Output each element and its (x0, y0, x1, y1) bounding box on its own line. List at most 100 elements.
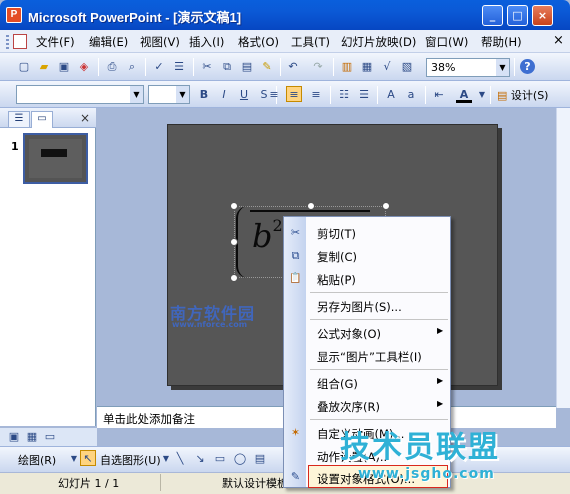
resize-handle-w[interactable] (230, 238, 238, 246)
draw-menu-button[interactable]: 绘图(R) (18, 452, 56, 468)
ctx-show-picture-toolbar[interactable]: 显示“图片”工具栏(I) (284, 344, 450, 367)
chevron-down-icon[interactable]: ▼ (474, 87, 490, 103)
slide-number: 1 (11, 140, 19, 153)
tab-slides[interactable]: ▭ (31, 111, 53, 128)
watermark-url: www.nforce.com (172, 320, 248, 329)
redo-icon[interactable]: ↷ (310, 59, 326, 75)
line-icon[interactable]: ╲ (172, 451, 188, 467)
print-icon[interactable]: ⎙ (104, 59, 120, 75)
resize-handle-nw[interactable] (230, 202, 238, 210)
spelling-icon[interactable]: ✓ (151, 59, 167, 75)
decrease-font-icon[interactable]: a (403, 87, 419, 103)
equation-radical (236, 206, 250, 278)
maximize-button[interactable]: □ (507, 5, 528, 26)
underline-icon[interactable]: U (236, 87, 252, 103)
slides-icon: ▭ (37, 113, 47, 124)
menu-edit[interactable]: 编辑(E) (89, 34, 128, 50)
font-size-select[interactable]: ▼ (148, 85, 190, 104)
ctx-order[interactable]: 叠放次序(R) ▶ (284, 394, 450, 417)
rectangle-icon[interactable]: ▭ (212, 451, 228, 467)
copy-icon: ⧉ (291, 249, 300, 262)
align-left-icon[interactable]: ≡ (266, 87, 282, 103)
pane-tabs: ☰ ▭ × (0, 108, 96, 128)
oval-icon[interactable]: ◯ (232, 451, 248, 467)
powerpoint-app-icon[interactable]: P (6, 7, 22, 23)
vertical-scrollbar[interactable] (556, 108, 570, 408)
copy-toolbar-icon[interactable]: ⧉ (219, 59, 235, 75)
numbering-icon[interactable]: ☷ (336, 87, 352, 103)
close-button[interactable]: × (532, 5, 553, 26)
status-slide-info: 幻灯片 1 / 1 (58, 477, 120, 490)
format-painter-icon[interactable]: ✎ (259, 59, 275, 75)
chevron-down-icon[interactable]: ▼ (176, 86, 189, 103)
normal-view-icon[interactable]: ▣ (6, 429, 22, 445)
open-icon[interactable]: ▰ (36, 59, 52, 75)
bullets-icon[interactable]: ☰ (356, 87, 372, 103)
font-name-select[interactable]: ▼ (16, 85, 144, 104)
italic-icon[interactable]: I (216, 87, 232, 103)
slide-thumbnail[interactable] (23, 133, 88, 184)
cut-icon: ✂ (290, 226, 301, 239)
menu-window[interactable]: 窗口(W) (425, 34, 468, 50)
insert-table-icon[interactable]: ▦ (359, 59, 375, 75)
zoom-select[interactable]: 38% ▼ (426, 58, 510, 77)
resize-handle-n[interactable] (307, 202, 315, 210)
permission-icon[interactable]: ◈ (76, 59, 92, 75)
equation-overline (250, 210, 370, 212)
resize-handle-ne[interactable] (382, 202, 390, 210)
bold-icon[interactable]: B (196, 87, 212, 103)
align-center-icon[interactable]: ≡ (286, 86, 302, 102)
undo-icon[interactable]: ↶ (285, 59, 301, 75)
insert-chart-icon[interactable]: ▥ (339, 59, 355, 75)
close-document-icon[interactable]: × (553, 33, 564, 48)
resize-handle-sw[interactable] (230, 274, 238, 282)
design-label: 设计(S) (510, 89, 549, 102)
tab-outline[interactable]: ☰ (8, 111, 30, 127)
ctx-paste[interactable]: 📋 粘贴(P) (284, 267, 450, 290)
tables-borders-icon[interactable]: √ (379, 59, 395, 75)
autoshapes-button[interactable]: 自选图形(U) (100, 452, 161, 468)
zoom-value: 38% (431, 61, 456, 74)
help-icon[interactable]: ? (520, 59, 535, 74)
slideshow-icon[interactable]: ▭ (42, 429, 58, 445)
select-pointer-icon[interactable]: ↖ (80, 450, 96, 466)
textbox-icon[interactable]: ▤ (252, 451, 268, 467)
ctx-save-as-picture[interactable]: 另存为图片(S)... (284, 294, 450, 317)
thumbnail-equation (41, 149, 67, 157)
document-icon[interactable] (13, 34, 27, 49)
minimize-button[interactable]: _ (482, 5, 503, 26)
print-preview-icon[interactable]: ⌕ (124, 59, 140, 75)
watermark-brand-url: www.jsgho.com (358, 466, 495, 482)
toolbar-grip-icon[interactable] (6, 35, 9, 49)
close-pane-icon[interactable]: × (80, 111, 90, 125)
menu-file[interactable]: 文件(F) (36, 34, 75, 50)
menu-help[interactable]: 帮助(H) (481, 34, 522, 50)
chevron-down-icon[interactable]: ▼ (130, 86, 143, 103)
menu-view[interactable]: 视图(V) (140, 34, 180, 50)
decrease-indent-icon[interactable]: ⇤ (431, 87, 447, 103)
font-color-icon[interactable]: A (456, 87, 472, 103)
cut-toolbar-icon[interactable]: ✂ (199, 59, 215, 75)
align-right-icon[interactable]: ≡ (308, 87, 324, 103)
insert-picture-icon[interactable]: ▧ (399, 59, 415, 75)
slide-sorter-icon[interactable]: ▦ (24, 429, 40, 445)
research-icon[interactable]: ☰ (171, 59, 187, 75)
menu-tools[interactable]: 工具(T) (291, 34, 330, 50)
animation-icon: ✶ (290, 426, 301, 439)
menu-insert[interactable]: 插入(I) (189, 34, 224, 50)
menu-slideshow[interactable]: 幻灯片放映(D) (341, 34, 416, 50)
arrow-icon[interactable]: ↘ (192, 451, 208, 467)
menu-format[interactable]: 格式(O) (238, 34, 279, 50)
ctx-group[interactable]: 组合(G) ▶ (284, 371, 450, 394)
view-buttons: ▣ ▦ ▭ (0, 428, 97, 446)
ctx-cut[interactable]: ✂ 剪切(T) (284, 221, 450, 244)
new-icon[interactable]: ▢ (16, 59, 32, 75)
save-icon[interactable]: ▣ (56, 59, 72, 75)
ctx-copy[interactable]: ⧉ 复制(C) (284, 244, 450, 267)
ctx-equation-object[interactable]: 公式对象(O) ▶ (284, 321, 450, 344)
paste-toolbar-icon[interactable]: ▤ (239, 59, 255, 75)
chevron-down-icon[interactable]: ▼ (496, 59, 509, 76)
design-button[interactable]: ▤ 设计(S) (497, 87, 548, 103)
increase-font-icon[interactable]: A (383, 87, 399, 103)
watermark-brand: 技术员联盟 (340, 430, 500, 465)
